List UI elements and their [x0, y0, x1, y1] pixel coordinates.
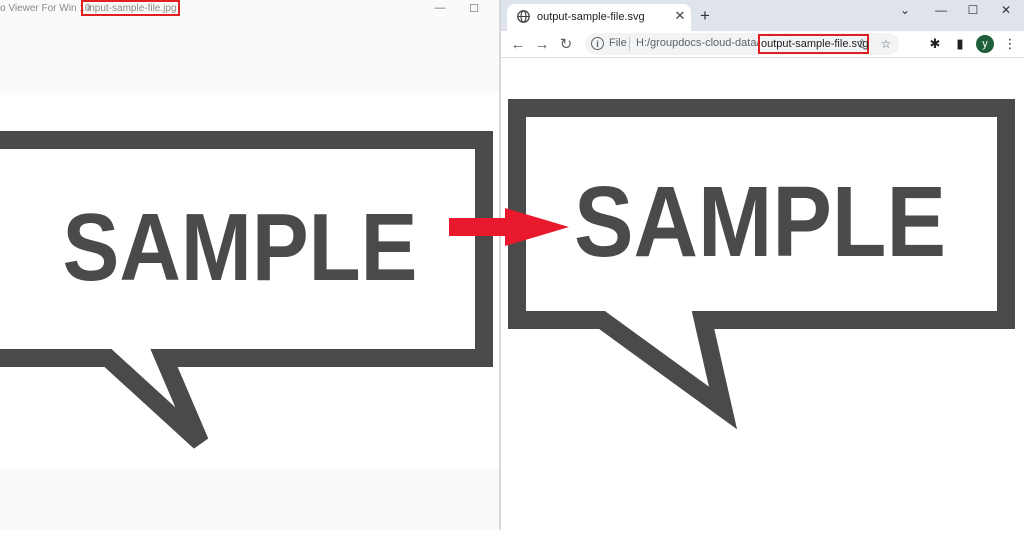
- url-scheme-label: File: [609, 37, 627, 49]
- maximize-button[interactable]: ☐: [957, 0, 989, 20]
- close-icon[interactable]: ✕: [672, 8, 688, 24]
- info-icon[interactable]: i: [591, 37, 604, 50]
- browser-sample-text: SAMPLE: [574, 166, 946, 278]
- viewer-minimize-button[interactable]: —: [426, 0, 454, 16]
- reload-button[interactable]: ↻: [555, 33, 577, 55]
- browser-toolbar: ← → ↻ i File H:/groupdocs-cloud-data/ ou…: [501, 31, 1024, 58]
- back-button[interactable]: ←: [507, 33, 529, 55]
- new-tab-button[interactable]: +: [695, 6, 715, 26]
- viewer-app-title: o Viewer For Win 10: [0, 3, 91, 14]
- star-icon[interactable]: ☆: [877, 35, 895, 53]
- browser-window: output-sample-file.svg ✕ + ⌄ — ☐ ✕ ← → ↻…: [501, 0, 1024, 530]
- viewer-titlebar: o Viewer For Win 10 input-sample-file.jp…: [0, 0, 499, 18]
- avatar[interactable]: y: [976, 35, 994, 53]
- arrow-right-icon: [449, 208, 569, 246]
- sidepanel-icon[interactable]: ▮: [950, 34, 970, 54]
- viewer-maximize-button[interactable]: ☐: [460, 0, 488, 16]
- speech-bubble-graphic: SAMPLE: [0, 131, 493, 449]
- minimize-button[interactable]: —: [925, 0, 957, 20]
- puzzle-icon[interactable]: ✱: [925, 34, 945, 54]
- close-window-button[interactable]: ✕: [990, 0, 1022, 20]
- speech-bubble-graphic: SAMPLE: [508, 99, 1015, 430]
- viewer-image: SAMPLE: [0, 93, 499, 468]
- globe-icon: [517, 10, 530, 28]
- address-bar[interactable]: i File H:/groupdocs-cloud-data/ output-s…: [585, 33, 899, 55]
- page-content: SAMPLE: [501, 58, 1024, 530]
- photo-viewer-window: o Viewer For Win 10 input-sample-file.jp…: [0, 0, 499, 530]
- tab-strip: output-sample-file.svg ✕ + ⌄ — ☐ ✕: [501, 0, 1024, 31]
- forward-button[interactable]: →: [531, 33, 553, 55]
- share-icon[interactable]: ⇪: [853, 35, 871, 53]
- url-prefix: H:/groupdocs-cloud-data/: [636, 37, 760, 49]
- chevron-down-icon[interactable]: ⌄: [889, 0, 921, 20]
- tab-title: output-sample-file.svg: [537, 11, 645, 23]
- viewer-filename-highlight: input-sample-file.jpg: [81, 0, 180, 16]
- tab-output-sample-file[interactable]: output-sample-file.svg ✕: [507, 4, 691, 31]
- url-separator: [629, 37, 630, 51]
- kebab-menu-icon[interactable]: ⋮: [1000, 34, 1020, 54]
- viewer-sample-text: SAMPLE: [63, 194, 418, 301]
